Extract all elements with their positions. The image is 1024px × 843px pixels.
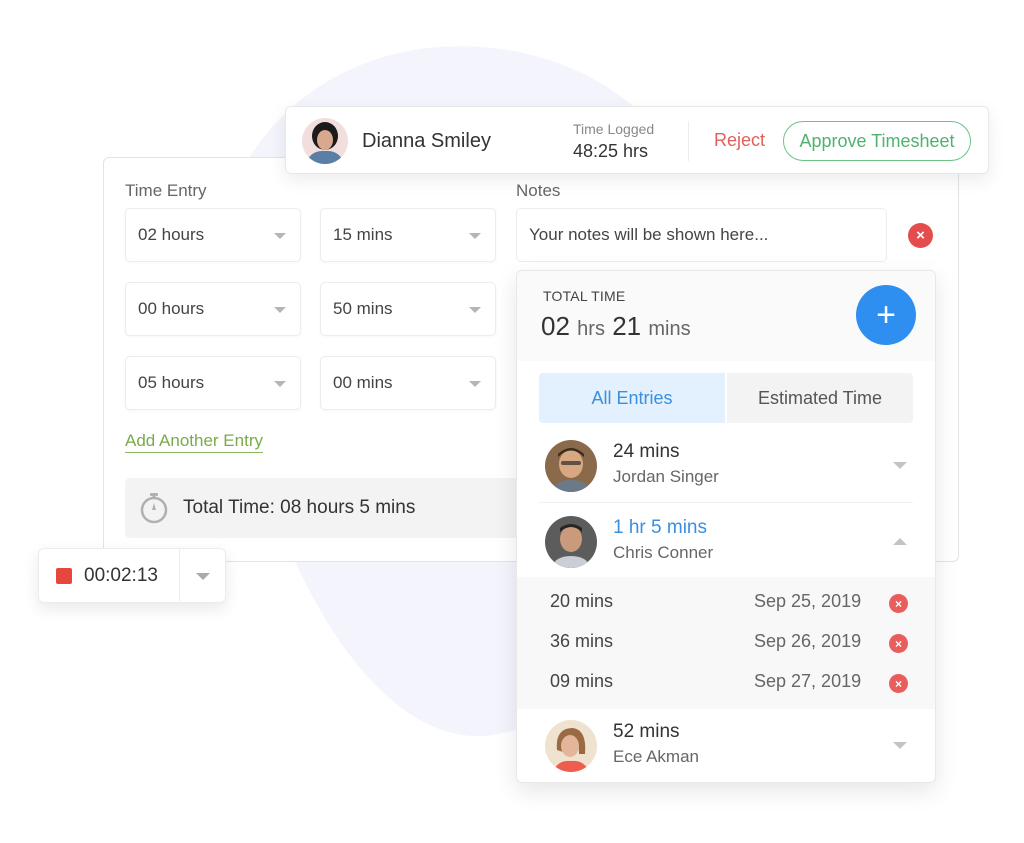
stop-icon[interactable] xyxy=(56,567,72,584)
caret-down-icon xyxy=(274,381,286,387)
hours-select-2[interactable]: 00 hours xyxy=(125,282,301,336)
hours-select-3[interactable]: 05 hours xyxy=(125,356,301,410)
mins-value: 50 mins xyxy=(333,299,393,318)
entry-duration: 36 mins xyxy=(550,631,614,651)
avatar xyxy=(545,516,597,568)
hours-select-1[interactable]: 02 hours xyxy=(125,208,301,262)
total-time-label: TOTAL TIME xyxy=(543,288,626,304)
entry-date: Sep 25, 2019 xyxy=(754,591,862,611)
caret-down-icon xyxy=(469,307,481,313)
mins-value: 00 mins xyxy=(333,373,393,392)
entry-duration: 1 hr 5 mins xyxy=(613,517,707,538)
caret-down-icon xyxy=(274,233,286,239)
mins-value: 15 mins xyxy=(333,225,393,244)
user-name: Dianna Smiley xyxy=(362,130,491,152)
add-entry-button[interactable]: + xyxy=(856,285,916,345)
remove-entry-button[interactable]: × xyxy=(908,223,933,248)
list-item[interactable]: 24 mins Jordan Singer xyxy=(517,429,935,501)
close-icon: × xyxy=(916,227,925,244)
list-item[interactable]: 52 mins Ece Akman xyxy=(517,709,935,781)
tab-estimated-time[interactable]: Estimated Time xyxy=(727,373,913,423)
mins-select-1[interactable]: 15 mins xyxy=(320,208,496,262)
hours-value: 00 hours xyxy=(138,299,205,318)
table-row: 36 mins Sep 26, 2019 × xyxy=(517,623,935,663)
avatar xyxy=(545,720,597,772)
hours-value: 05 hours xyxy=(138,373,205,392)
time-logged-value: 48:25 hrs xyxy=(573,141,649,161)
stopwatch-icon xyxy=(139,492,169,524)
total-time-value: 02 hrs 21 mins xyxy=(541,311,691,342)
delete-entry-button[interactable]: × xyxy=(889,674,908,693)
close-icon: × xyxy=(894,636,902,651)
chevron-down-icon[interactable] xyxy=(893,462,907,469)
divider xyxy=(539,502,913,503)
total-time-text: Total Time: 08 hours 5 mins xyxy=(183,497,416,518)
caret-down-icon xyxy=(469,233,481,239)
notes-input[interactable]: Your notes will be shown here... xyxy=(516,208,887,262)
table-row: 09 mins Sep 27, 2019 × xyxy=(517,663,935,703)
tab-all-entries[interactable]: All Entries xyxy=(539,373,725,423)
list-item[interactable]: 1 hr 5 mins Chris Conner xyxy=(517,505,935,577)
person-name: Ece Akman xyxy=(613,747,699,766)
entry-duration: 20 mins xyxy=(550,591,614,611)
timer-elapsed: 00:02:13 xyxy=(84,564,158,586)
entry-duration: 24 mins xyxy=(613,441,680,462)
entry-date: Sep 27, 2019 xyxy=(754,671,862,691)
timesheet-approval-card: Dianna Smiley Time Logged 48:25 hrs Reje… xyxy=(285,106,989,174)
total-minutes: 21 xyxy=(612,311,642,341)
notes-placeholder: Your notes will be shown here... xyxy=(529,225,769,244)
table-row: 20 mins Sep 25, 2019 × xyxy=(517,583,935,623)
chevron-up-icon[interactable] xyxy=(893,538,907,545)
entry-duration: 09 mins xyxy=(550,671,614,691)
entries-tabs: All Entries Estimated Time xyxy=(539,373,913,423)
divider xyxy=(688,121,689,161)
avatar xyxy=(302,118,348,164)
notes-label: Notes xyxy=(516,181,561,200)
mins-select-3[interactable]: 00 mins xyxy=(320,356,496,410)
caret-down-icon xyxy=(469,381,481,387)
hours-value: 02 hours xyxy=(138,225,205,244)
time-logged-label: Time Logged xyxy=(573,121,655,137)
time-entry-label: Time Entry xyxy=(125,181,207,200)
plus-icon: + xyxy=(876,296,896,334)
divider xyxy=(179,549,180,602)
time-entries-popup: TOTAL TIME 02 hrs 21 mins + All Entries … xyxy=(516,270,936,783)
delete-entry-button[interactable]: × xyxy=(889,594,908,613)
caret-down-icon xyxy=(274,307,286,313)
popup-header: TOTAL TIME 02 hrs 21 mins + xyxy=(517,271,935,361)
reject-button[interactable]: Reject xyxy=(714,130,765,151)
approve-timesheet-button[interactable]: Approve Timesheet xyxy=(783,121,971,161)
entry-duration: 52 mins xyxy=(613,721,680,742)
minutes-unit: mins xyxy=(648,318,691,340)
expanded-entries: 20 mins Sep 25, 2019 × 36 mins Sep 26, 2… xyxy=(517,577,935,709)
caret-down-icon[interactable] xyxy=(196,573,210,580)
chevron-down-icon[interactable] xyxy=(893,742,907,749)
total-time-bar: Total Time: 08 hours 5 mins xyxy=(125,478,545,538)
timer-widget: 00:02:13 xyxy=(38,548,226,603)
total-hours: 02 xyxy=(541,311,570,341)
person-name: Jordan Singer xyxy=(613,467,719,486)
mins-select-2[interactable]: 50 mins xyxy=(320,282,496,336)
add-another-entry-link[interactable]: Add Another Entry xyxy=(125,431,263,453)
delete-entry-button[interactable]: × xyxy=(889,634,908,653)
entry-date: Sep 26, 2019 xyxy=(754,631,862,651)
avatar xyxy=(545,440,597,492)
close-icon: × xyxy=(894,596,902,611)
close-icon: × xyxy=(894,676,902,691)
hours-unit: hrs xyxy=(577,318,605,340)
person-name: Chris Conner xyxy=(613,543,714,562)
